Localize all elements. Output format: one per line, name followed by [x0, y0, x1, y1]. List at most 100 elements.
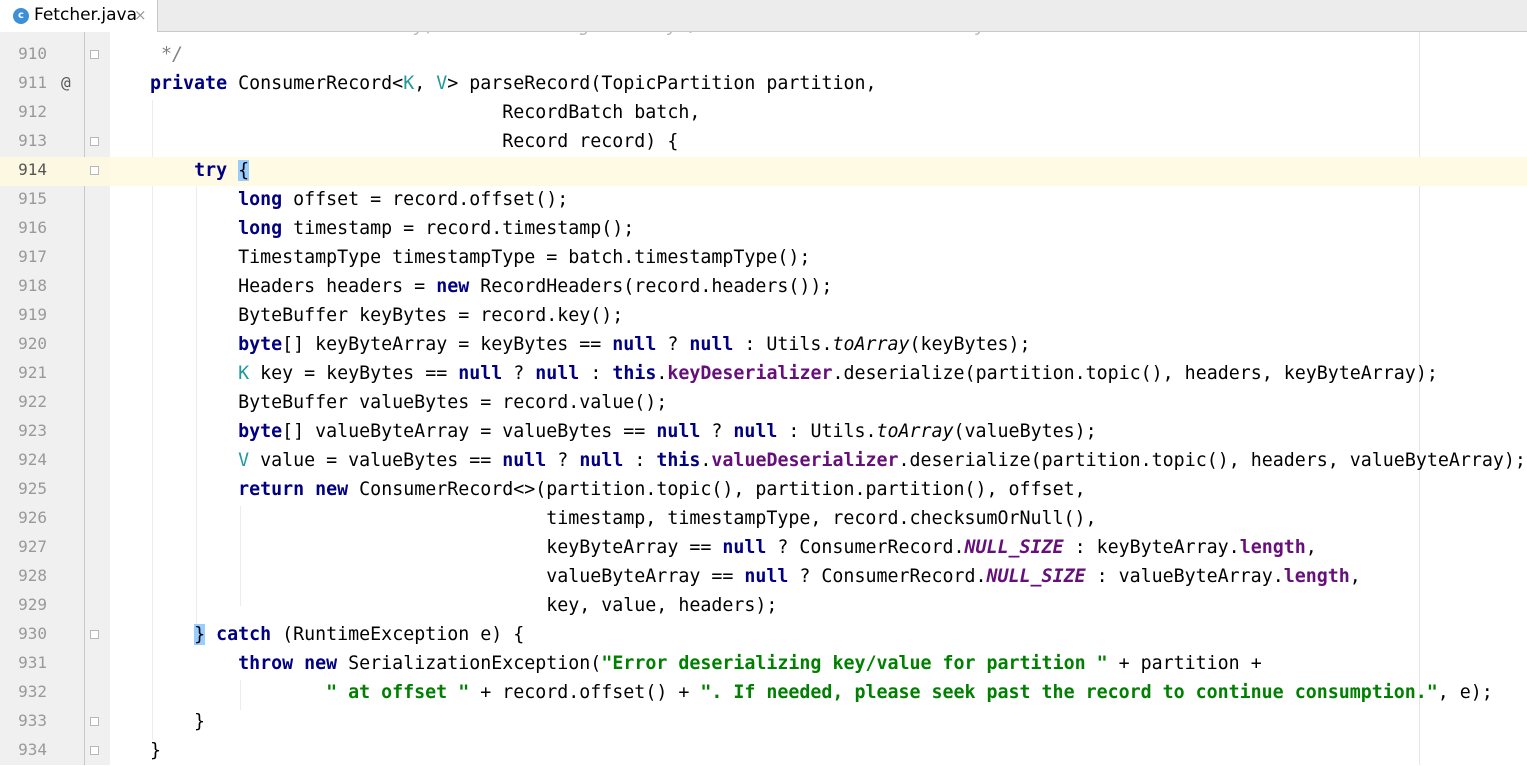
token-str: "Error deserializing key/value for parti…: [601, 653, 1108, 674]
code-text: return new ConsumerRecord<>(partition.to…: [106, 479, 1086, 500]
code-line[interactable]: 915 long offset = record.offset();: [0, 186, 1527, 215]
fold-marker-icon[interactable]: [90, 50, 99, 59]
token: .deserialize(partition.topic(), headers,…: [898, 450, 1526, 471]
line-number: 924: [18, 450, 47, 469]
tab-fetcher-java[interactable]: c Fetcher.java ×: [0, 0, 158, 32]
code-text: key, value, headers);: [106, 595, 777, 616]
code-line[interactable]: 927 keyByteArray == null ? ConsumerRecor…: [0, 534, 1527, 563]
token: : keyByteArray.: [1063, 537, 1240, 558]
token-brace: }: [194, 624, 206, 645]
line-number: 934: [18, 740, 47, 759]
token: :: [579, 363, 613, 384]
line-number: 917: [18, 247, 47, 266]
token-kw: throw: [238, 653, 294, 674]
token: TimestampType timestampType = batch.time…: [106, 247, 811, 268]
override-marker-icon[interactable]: @: [61, 73, 71, 92]
token: (valueBytes);: [953, 421, 1097, 442]
code-text: keyByteArray == null ? ConsumerRecord.NU…: [106, 537, 1317, 558]
java-class-icon: c: [13, 8, 29, 24]
token-kw: new: [304, 653, 338, 674]
token: ByteBuffer keyBytes = record.key();: [106, 305, 624, 326]
line-number: 927: [18, 537, 47, 556]
token-kw: byte: [238, 421, 283, 442]
token: value = valueBytes ==: [249, 450, 503, 471]
fold-marker-icon[interactable]: [90, 137, 99, 146]
code-line[interactable]: 931 throw new SerializationException("Er…: [0, 650, 1527, 679]
code-text: timestamp, timestampType, record.checksu…: [106, 508, 1097, 529]
token: timestamp, timestampType, record.checksu…: [106, 508, 1097, 529]
token: ,: [414, 73, 437, 94]
token-kw: null: [689, 334, 734, 355]
token: timestamp = record.timestamp();: [282, 218, 635, 239]
code-line[interactable]: 917 TimestampType timestampType = batch.…: [0, 244, 1527, 273]
token: (RuntimeException e) {: [271, 624, 525, 645]
token: + partition +: [1107, 653, 1262, 674]
line-number: 914: [18, 160, 47, 179]
token-cmt: */: [106, 44, 184, 65]
code-line[interactable]: 934 }: [0, 737, 1527, 766]
token: ?: [546, 450, 580, 471]
code-line[interactable]: 919 ByteBuffer keyBytes = record.key();: [0, 302, 1527, 331]
code-line[interactable]: 918 Headers headers = new RecordHeaders(…: [0, 273, 1527, 302]
token-fld: length: [1239, 537, 1306, 558]
line-number: 919: [18, 305, 47, 324]
token: ByteBuffer valueBytes = record.value();: [106, 392, 668, 413]
token-fld: keyDeserializer: [667, 363, 833, 384]
code-line[interactable]: 910 */: [0, 41, 1527, 70]
token-kw: return: [238, 479, 305, 500]
code-line[interactable]: 916 long timestamp = record.timestamp();: [0, 215, 1527, 244]
code-line[interactable]: 913 Record record) {: [0, 128, 1527, 157]
code-text: RecordBatch batch,: [106, 102, 700, 123]
token: ConsumerRecord<: [227, 73, 404, 94]
token: ?: [656, 334, 690, 355]
code-line[interactable]: 920 byte[] keyByteArray = keyBytes == nu…: [0, 331, 1527, 360]
code-line[interactable]: 921 K key = keyBytes == null ? null : th…: [0, 360, 1527, 389]
code-text: TimestampType timestampType = batch.time…: [106, 247, 810, 268]
code-line[interactable]: 923 byte[] valueByteArray = valueBytes =…: [0, 418, 1527, 447]
fold-marker-icon[interactable]: [90, 746, 99, 755]
line-number: 932: [18, 682, 47, 701]
token-kw: null: [722, 537, 767, 558]
code-line[interactable]: 911 @ private ConsumerRecord<K, V> parseR…: [0, 70, 1527, 99]
token: ?: [700, 421, 734, 442]
close-icon[interactable]: ×: [134, 6, 147, 24]
fold-marker-icon[interactable]: [90, 717, 99, 726]
code-line[interactable]: 925 return new ConsumerRecord<>(partitio…: [0, 476, 1527, 505]
line-number: 910: [18, 44, 47, 63]
token: key, value, headers);: [106, 595, 778, 616]
code-line[interactable]: 933 }: [0, 708, 1527, 737]
code-line[interactable]: 930 } catch (RuntimeException e) {: [0, 621, 1527, 650]
code-line[interactable]: 928 valueByteArray == null ? ConsumerRec…: [0, 563, 1527, 592]
current-line-highlight: [110, 157, 1527, 186]
token-kw: new: [315, 479, 349, 500]
line-number: 920: [18, 334, 47, 353]
code-line[interactable]: 932 " at offset " + record.offset() + ".…: [0, 679, 1527, 708]
fold-marker-icon[interactable]: [90, 630, 99, 639]
code-line[interactable]: 912 RecordBatch batch,: [0, 99, 1527, 128]
code-line[interactable]: 929 key, value, headers);: [0, 592, 1527, 621]
token-kw: this: [612, 363, 657, 384]
token: ? ConsumerRecord.: [766, 537, 965, 558]
code-text: ByteBuffer keyBytes = record.key();: [106, 305, 623, 326]
line-number: 933: [18, 711, 47, 730]
token-kw: null: [744, 566, 789, 587]
code-line[interactable]: 926 timestamp, timestampType, record.che…: [0, 505, 1527, 534]
code-line[interactable]: 914 try {: [0, 157, 1527, 186]
token: ,: [1349, 566, 1361, 587]
code-line[interactable]: 922 ByteBuffer valueBytes = record.value…: [0, 389, 1527, 418]
token-fld: length: [1283, 566, 1350, 587]
line-number: 915: [18, 189, 47, 208]
line-number: 928: [18, 566, 47, 585]
fold-marker-icon[interactable]: [90, 166, 99, 175]
line-number: 911: [18, 73, 47, 92]
token-smeth: toArray: [876, 421, 954, 442]
token-kw: null: [733, 421, 778, 442]
code-line[interactable]: 924 V value = valueBytes == null ? null …: [0, 447, 1527, 476]
